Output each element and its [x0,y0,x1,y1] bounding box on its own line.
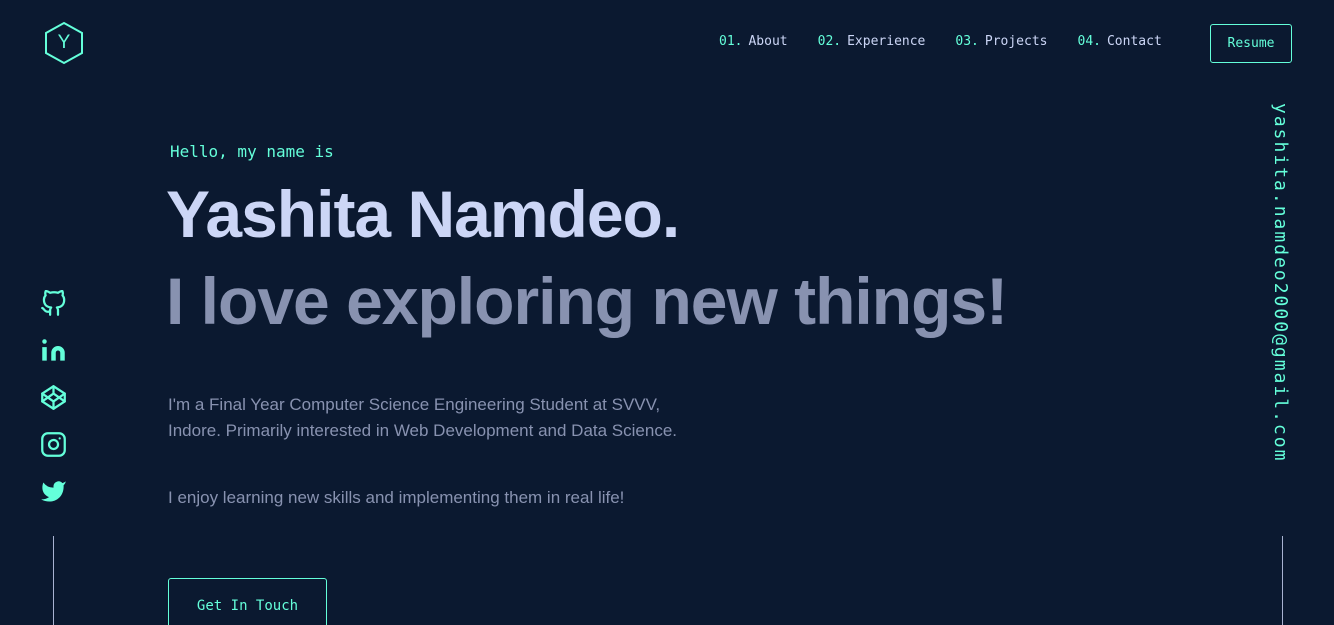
instagram-icon[interactable] [40,431,67,458]
hero-description-secondary: I enjoy learning new skills and implemen… [168,488,625,507]
nav-item-projects[interactable]: 03. Projects [955,34,1047,49]
nav-number: 04. [1077,34,1101,49]
right-divider-line [1282,536,1283,625]
email-link[interactable]: yashita.namdeo2000@gmail.com [1270,103,1291,462]
hero-tagline: I love exploring new things! [166,264,1008,338]
left-divider-line [53,536,54,625]
logo[interactable]: Y [42,20,86,66]
nav-item-experience[interactable]: 02. Experience [818,34,926,49]
nav-item-about[interactable]: 01. About [719,34,788,49]
twitter-icon[interactable] [40,478,67,505]
nav-label: Contact [1106,34,1162,49]
nav-number: 03. [955,34,979,49]
nav-item-contact[interactable]: 04. Contact [1078,34,1162,49]
get-in-touch-button[interactable]: Get In Touch [168,578,327,625]
github-icon[interactable] [40,290,67,317]
nav-label: Experience [847,34,926,49]
nav-label: About [748,34,788,49]
nav-number: 02. [817,34,842,49]
hero-greeting: Hello, my name is [170,142,334,161]
codepen-icon[interactable] [40,384,67,411]
hero-name: Yashita Namdeo. [166,177,680,251]
hero-description: I'm a Final Year Computer Science Engine… [168,395,677,440]
resume-button[interactable]: Resume [1210,24,1292,63]
social-links [40,290,68,505]
nav-number: 01. [719,34,743,49]
main-nav: 01. About 02. Experience 03. Projects 04. Co… [719,34,1162,49]
logo-letter: Y [57,32,71,53]
nav-label: Projects [984,34,1048,49]
linkedin-icon[interactable] [40,337,67,364]
